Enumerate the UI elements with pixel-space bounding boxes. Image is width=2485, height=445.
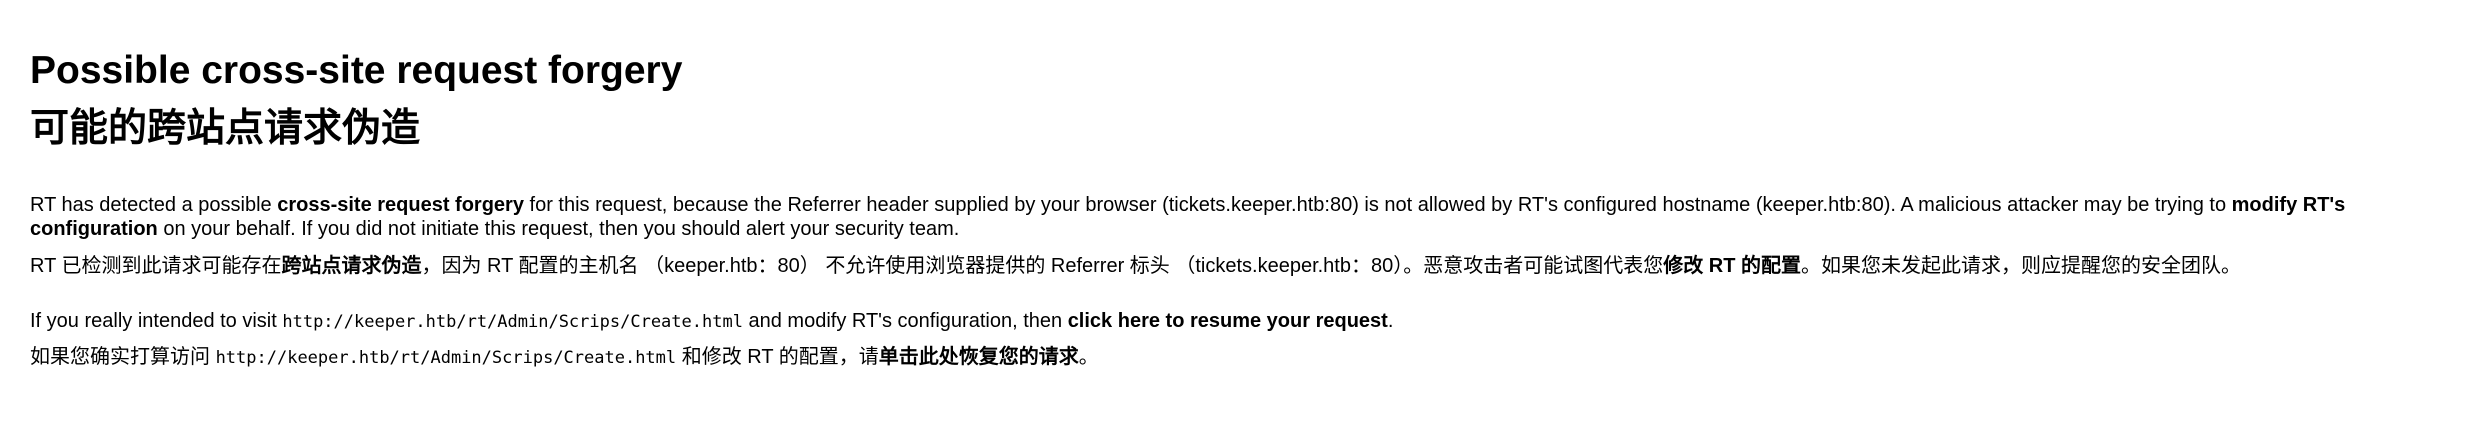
resume-request-link[interactable]: click here to resume your request — [1068, 310, 1388, 332]
csrf-warning-page: Possible cross-site request forgery 可能的跨… — [0, 0, 2485, 445]
explanation-bold-csrf: 跨站点请求伪造 — [281, 255, 422, 277]
resume-text: 和修改 RT 的配置，请 — [676, 346, 879, 368]
explanation-text: on your behalf. If you did not initiate … — [157, 218, 960, 240]
resume-text: 。 — [1078, 346, 1099, 368]
resume-text: 如果您确实打算访问 — [30, 346, 216, 368]
target-url: http://keeper.htb/rt/Admin/Scrips/Create… — [215, 348, 677, 368]
explanation-text: RT has detected a possible — [30, 194, 278, 216]
explanation-bold-modify: 修改 RT 的配置 — [1663, 255, 1802, 277]
csrf-explanation-en: RT has detected a possible cross-site re… — [30, 193, 2460, 241]
resume-text: . — [1387, 310, 1394, 332]
explanation-text: ，因为 RT 配置的主机名 （keeper.htb：80） 不允许使用浏览器提供… — [421, 255, 1664, 277]
resume-request-link-zh[interactable]: 单击此处恢复您的请求 — [879, 346, 1079, 368]
resume-request-en: If you really intended to visit http://k… — [30, 309, 2460, 334]
explanation-bold-csrf: cross-site request forgery — [277, 194, 524, 216]
page-title-en: Possible cross-site request forgery — [30, 49, 683, 92]
resume-text: and modify RT's configuration, then — [742, 310, 1068, 332]
explanation-text: for this request, because the Referrer h… — [523, 194, 2232, 216]
csrf-explanation-zh: RT 已检测到此请求可能存在跨站点请求伪造，因为 RT 配置的主机名 （keep… — [30, 254, 2460, 278]
target-url: http://keeper.htb/rt/Admin/Scrips/Create… — [282, 312, 743, 332]
page-title-zh: 可能的跨站点请求伪造 — [30, 107, 421, 150]
explanation-text: RT 已检测到此请求可能存在 — [30, 255, 282, 277]
resume-request-zh: 如果您确实打算访问 http://keeper.htb/rt/Admin/Scr… — [30, 345, 2460, 370]
resume-text: If you really intended to visit — [30, 310, 283, 332]
explanation-text: 。如果您未发起此请求，则应提醒您的安全团队。 — [1801, 255, 2242, 277]
